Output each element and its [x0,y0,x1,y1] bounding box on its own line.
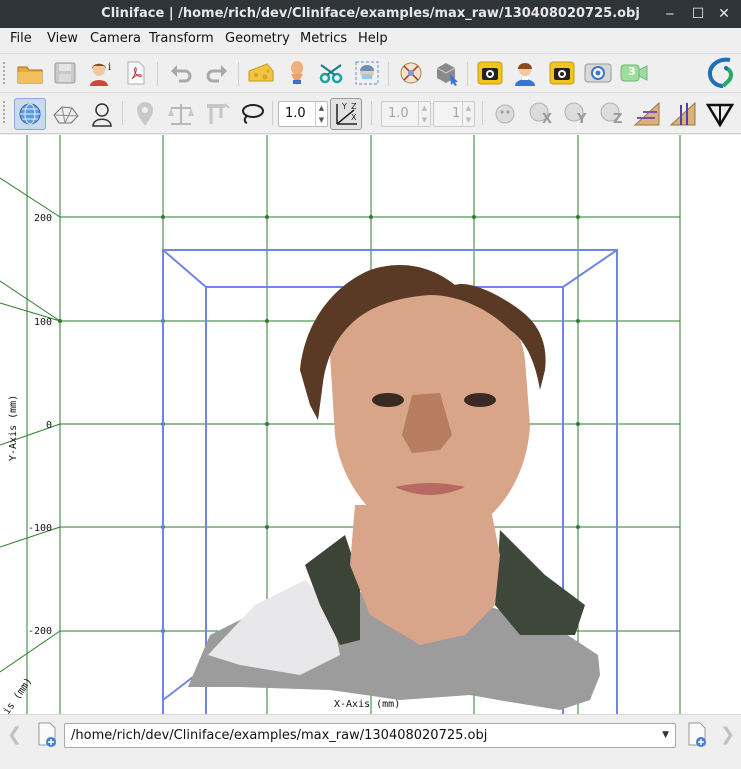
y-tick-200: 200 [34,213,52,224]
reflect-triangle-icon[interactable] [705,99,735,129]
toolbar-grip[interactable] [3,62,7,84]
y-tick-100: 100 [34,317,52,328]
y-tick-minus-100: -100 [28,523,52,534]
caliper-measure-icon[interactable] [202,99,232,129]
next-model-icon[interactable]: ❯ [720,723,738,747]
axes-y-label: Y [341,102,347,111]
pdf-export-icon[interactable] [121,58,151,88]
collar-right [495,530,585,635]
y-axis-ticks: 200 100 0 -100 -200 [28,213,52,637]
rotate-x-icon[interactable]: X [526,99,556,129]
main-toolbar: i 3 [0,53,741,91]
angle-measure-icon[interactable] [632,99,662,129]
axes-toggle-button[interactable]: Y Z X [330,98,362,130]
title-bar: Cliniface | /home/rich/dev/Cliniface/exa… [0,0,741,28]
render-viewport[interactable]: 200 100 0 -100 -200 Y-Axis (mm) X-Axis (… [0,135,741,714]
face-info-icon[interactable]: i [86,58,116,88]
lasso-icon[interactable] [237,99,267,129]
rotating-view-icon[interactable] [583,58,613,88]
left-eye [372,393,404,407]
redo-icon[interactable] [202,58,232,88]
face-smooth-icon[interactable] [282,58,312,88]
status-bar: ❮ /home/rich/dev/Cliniface/examples/max_… [0,714,741,769]
spin-arrows[interactable]: ▲ ▼ [315,102,327,126]
menu-camera[interactable]: Camera [90,31,141,46]
window-title: Cliniface | /home/rich/dev/Cliniface/exa… [101,6,640,21]
file-path-dropdown[interactable]: /home/rich/dev/Cliniface/examples/max_ra… [64,723,676,748]
right-eye [464,393,496,407]
landmark-detect-icon[interactable] [396,58,426,88]
cliniface-logo-icon[interactable] [706,57,736,88]
toolbar-grip[interactable] [3,101,7,123]
close-icon[interactable]: ✕ [714,4,734,24]
spin-arrows: ▲ ▼ [462,102,474,126]
y-tick-0: 0 [46,420,52,431]
face-outline-icon[interactable] [87,99,117,129]
open-file-icon[interactable] [32,720,62,750]
menu-file[interactable]: File [10,31,32,46]
view-toolbar: 1.0 ▲ ▼ Y Z X 1.0 ▲ ▼ 1 ▲ ▼ X Y Z [0,92,741,134]
axes-z-label: Z [351,102,357,111]
wireframe-icon[interactable] [51,99,81,129]
face-scan-model[interactable] [188,265,600,710]
viewport-canvas: 200 100 0 -100 -200 Y-Axis (mm) X-Axis (… [0,135,681,714]
z-axis-label: is (mm) [1,676,34,714]
disabled-scale-spinbox: 1.0 ▲ ▼ [381,101,431,127]
scale-spinbox[interactable]: 1.0 ▲ ▼ [278,101,328,127]
chevron-down-icon: ▼ [662,730,669,740]
disabled-count-spinbox: 1 ▲ ▼ [433,101,475,127]
disabled-scale-value: 1.0 [388,106,409,121]
undo-icon[interactable] [166,58,196,88]
rotate-face-icon[interactable] [490,99,520,129]
screenshot-camera-icon[interactable] [475,58,505,88]
menu-bar: File View Camera Transform Geometry Metr… [0,28,741,52]
face-mask-icon[interactable] [352,58,382,88]
menu-view[interactable]: View [47,31,78,46]
texture-view-toggle[interactable] [14,98,46,130]
axes-icon: Y Z X [336,102,357,125]
axes-x-label: X [351,113,357,122]
face-capture-icon[interactable] [510,58,540,88]
menu-help[interactable]: Help [358,31,388,46]
svg-text:i: i [108,62,111,73]
rotate-z-icon[interactable]: Z [597,99,627,129]
landmark-pin-icon[interactable] [130,99,160,129]
record-badge: 3 [628,65,636,78]
y-axis-label: Y-Axis (mm) [8,395,19,461]
scale-value: 1.0 [285,106,306,121]
snapshot-camera-icon[interactable] [547,58,577,88]
open-folder-icon[interactable] [15,58,45,88]
rotate-x-label: X [542,112,553,127]
menu-transform[interactable]: Transform [149,31,214,46]
y-tick-minus-200: -200 [28,626,52,637]
record-video-icon[interactable]: 3 [619,58,649,88]
spin-arrows: ▲ ▼ [418,102,430,126]
file-path-text: /home/rich/dev/Cliniface/examples/max_ra… [71,728,488,743]
select-cube-icon[interactable] [432,58,462,88]
disabled-count-value: 1 [452,106,461,121]
rotate-y-label: Y [577,112,587,127]
cheese-hole-fill-icon[interactable] [246,58,276,88]
minimize-icon[interactable]: ‒ [660,4,680,24]
menu-metrics[interactable]: Metrics [300,31,347,46]
crop-scissors-icon[interactable] [317,58,347,88]
rotate-z-label: Z [613,112,623,127]
previous-model-icon[interactable]: ❮ [7,723,25,747]
maximize-icon[interactable]: ☐ [688,4,708,24]
new-file-icon[interactable] [682,720,712,750]
globe-icon [19,103,41,125]
save-icon[interactable] [50,58,80,88]
rotate-y-icon[interactable]: Y [561,99,591,129]
x-axis-label: X-Axis (mm) [334,699,400,710]
parallel-planes-icon[interactable] [668,99,698,129]
menu-geometry[interactable]: Geometry [225,31,290,46]
symmetry-scale-icon[interactable] [166,99,196,129]
